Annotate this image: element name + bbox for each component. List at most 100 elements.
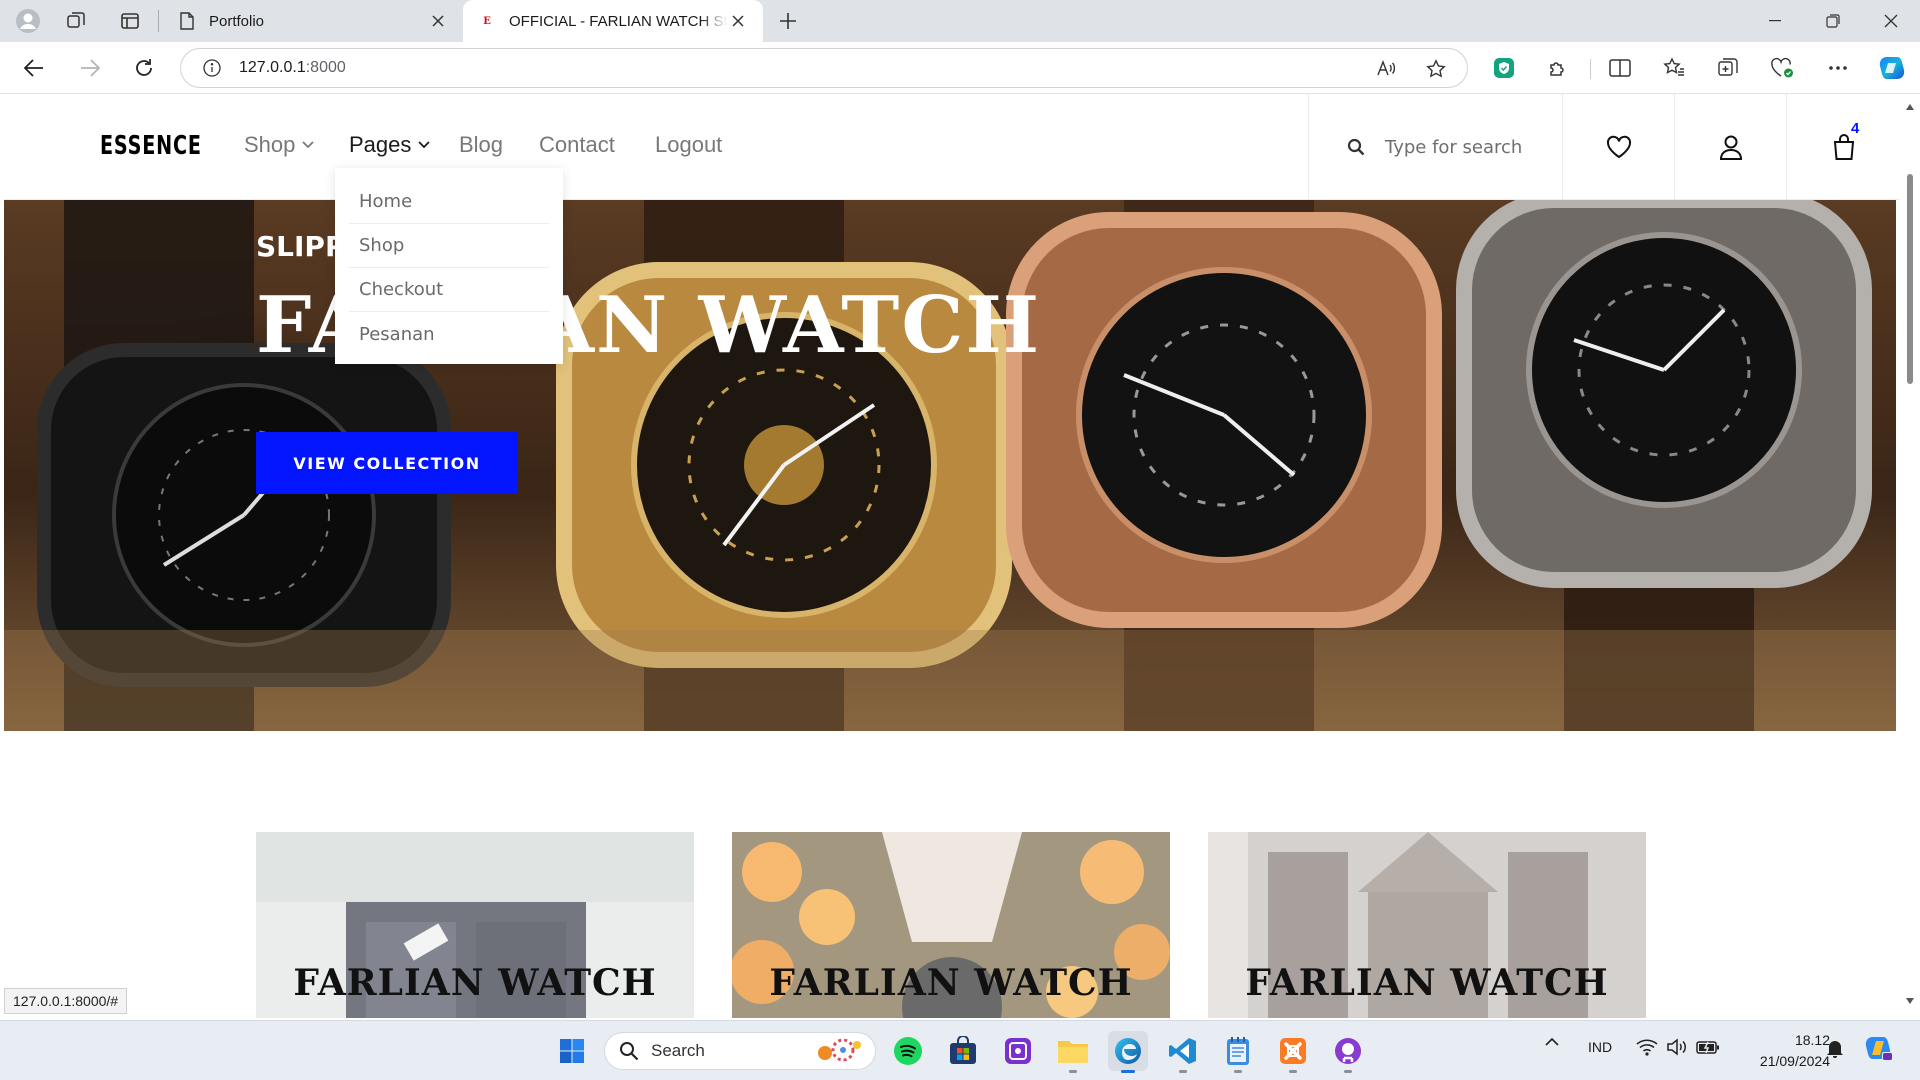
dropdown-item-checkout[interactable]: Checkout (349, 268, 549, 312)
category-label: FARLIAN WATCH (1245, 962, 1609, 1004)
chevron-up-icon[interactable] (1544, 1037, 1560, 1047)
minimize-icon[interactable] (1746, 0, 1804, 42)
url-port: :8000 (305, 59, 346, 76)
new-tab-icon[interactable] (772, 6, 804, 36)
restore-icon[interactable] (1804, 0, 1862, 42)
split-screen-icon[interactable] (1602, 52, 1638, 84)
nav-shop[interactable]: Shop (244, 132, 315, 158)
heart-icon (1606, 135, 1631, 159)
extensions-icon[interactable] (1540, 52, 1576, 84)
close-window-icon[interactable] (1862, 0, 1920, 42)
windows-taskbar: Search IND 18.12 21/09/2024 (0, 1020, 1920, 1080)
url-text[interactable]: 127.0.0.1:8000 (239, 59, 346, 77)
info-icon[interactable] (199, 55, 225, 81)
category-card[interactable]: FARLIAN WATCH (256, 832, 694, 1018)
pages-dropdown-menu: Home Shop Checkout Pesanan (335, 168, 563, 364)
search-icon[interactable] (1347, 138, 1365, 156)
site-header: ESSENCE Shop Pages Blog Contact Logout 4 (4, 94, 1900, 200)
workspaces-icon[interactable] (60, 6, 92, 36)
battery-icon[interactable] (1696, 1038, 1720, 1056)
file-explorer-icon[interactable] (1053, 1031, 1093, 1073)
chevron-down-icon (302, 141, 315, 149)
windows-icon[interactable] (552, 1031, 592, 1071)
wishlist-button[interactable] (1562, 94, 1674, 200)
shield-extension-icon[interactable] (1486, 52, 1522, 84)
bag-icon (1833, 134, 1854, 160)
account-button[interactable] (1674, 94, 1786, 200)
page-viewport: SLIPPERS FARLIAN WATCH VIEW COLLECTION E… (4, 94, 1900, 1018)
volume-icon[interactable] (1666, 1038, 1688, 1056)
back-icon[interactable] (14, 50, 54, 86)
github-desktop-icon[interactable] (1328, 1031, 1368, 1073)
site-favicon: E (483, 15, 491, 27)
search-input[interactable] (1385, 136, 1555, 158)
header-search (1308, 94, 1562, 200)
running-indicator (1344, 1070, 1352, 1073)
refresh-icon[interactable] (124, 50, 164, 86)
taskbar-search[interactable]: Search (604, 1032, 876, 1070)
profile-icon[interactable] (12, 6, 44, 36)
copilot-icon[interactable] (1874, 52, 1910, 84)
tab-actions-icon[interactable] (114, 6, 146, 36)
search-highlight-icon (818, 1038, 861, 1062)
dropdown-item-home[interactable]: Home (349, 180, 549, 224)
close-icon[interactable] (727, 10, 749, 32)
microsoft-store-icon[interactable] (943, 1031, 983, 1071)
clock-date: 21/09/2024 (1759, 1053, 1830, 1069)
view-collection-button[interactable]: VIEW COLLECTION (256, 432, 518, 494)
category-card[interactable]: FARLIAN WATCH (732, 832, 1170, 1018)
forward-icon[interactable] (70, 50, 110, 86)
scrollbar-thumb[interactable] (1907, 174, 1913, 384)
category-card[interactable]: FARLIAN WATCH (1208, 832, 1646, 1018)
close-icon[interactable] (427, 10, 449, 32)
cart-count-badge: 4 (1851, 120, 1860, 137)
tab-farlian-watch[interactable]: E OFFICIAL - FARLIAN WATCH Sto (463, 0, 763, 42)
nav-pages[interactable]: Pages (349, 132, 431, 158)
scroll-up-icon[interactable] (1904, 102, 1916, 112)
page-scrollbar[interactable] (1900, 94, 1920, 1018)
dropdown-item-pesanan[interactable]: Pesanan (349, 312, 549, 356)
more-icon[interactable] (1820, 52, 1856, 84)
spotify-icon[interactable] (888, 1031, 928, 1071)
nav-logout[interactable]: Logout (655, 132, 722, 158)
hero-banner: SLIPPERS FARLIAN WATCH VIEW COLLECTION (4, 200, 1896, 731)
running-indicator (1234, 1070, 1242, 1073)
clock-time: 18.12 (1794, 1032, 1830, 1048)
vscode-icon[interactable] (1163, 1031, 1203, 1073)
xampp-icon[interactable] (1273, 1031, 1313, 1073)
taskbar-clock[interactable]: 18.12 21/09/2024 (1738, 1030, 1830, 1072)
page-icon (177, 11, 197, 31)
collections-icon[interactable] (1710, 52, 1746, 84)
dropdown-item-shop[interactable]: Shop (349, 224, 549, 268)
favorites-icon[interactable] (1656, 52, 1692, 84)
chevron-down-icon (418, 141, 431, 149)
running-indicator (1179, 1070, 1187, 1073)
running-indicator (1069, 1070, 1077, 1073)
category-label: FARLIAN WATCH (769, 962, 1133, 1004)
notepad-icon[interactable] (1218, 1031, 1258, 1073)
category-label: FARLIAN WATCH (293, 962, 657, 1004)
copilot-icon[interactable] (1864, 1035, 1894, 1063)
scroll-down-icon[interactable] (1904, 996, 1916, 1006)
url-host: 127.0.0.1 (239, 59, 306, 76)
wifi-icon[interactable] (1636, 1038, 1658, 1056)
favorite-icon[interactable] (1423, 56, 1449, 82)
language-indicator[interactable]: IND (1588, 1039, 1612, 1055)
nav-shop-label: Shop (244, 132, 296, 157)
browser-toolbar: 127.0.0.1:8000 (0, 42, 1920, 94)
site-logo[interactable]: ESSENCE (100, 131, 202, 161)
tab-title: Portfolio (209, 12, 265, 30)
search-icon (620, 1042, 639, 1061)
cart-button[interactable]: 4 (1786, 94, 1900, 200)
bell-icon[interactable] (1826, 1038, 1844, 1058)
tab-title: OFFICIAL - FARLIAN WATCH Sto (509, 12, 727, 30)
address-bar[interactable]: 127.0.0.1:8000 (180, 48, 1468, 88)
browser-tab-bar: Portfolio E OFFICIAL - FARLIAN WATCH Sto (0, 0, 1920, 42)
nav-blog[interactable]: Blog (459, 132, 503, 158)
tab-portfolio[interactable]: Portfolio (163, 0, 463, 42)
read-aloud-icon[interactable] (1373, 56, 1399, 82)
nav-contact[interactable]: Contact (539, 132, 615, 158)
photo-app-icon[interactable] (998, 1031, 1038, 1071)
edge-icon[interactable] (1108, 1031, 1148, 1073)
browser-essentials-icon[interactable] (1764, 52, 1800, 84)
